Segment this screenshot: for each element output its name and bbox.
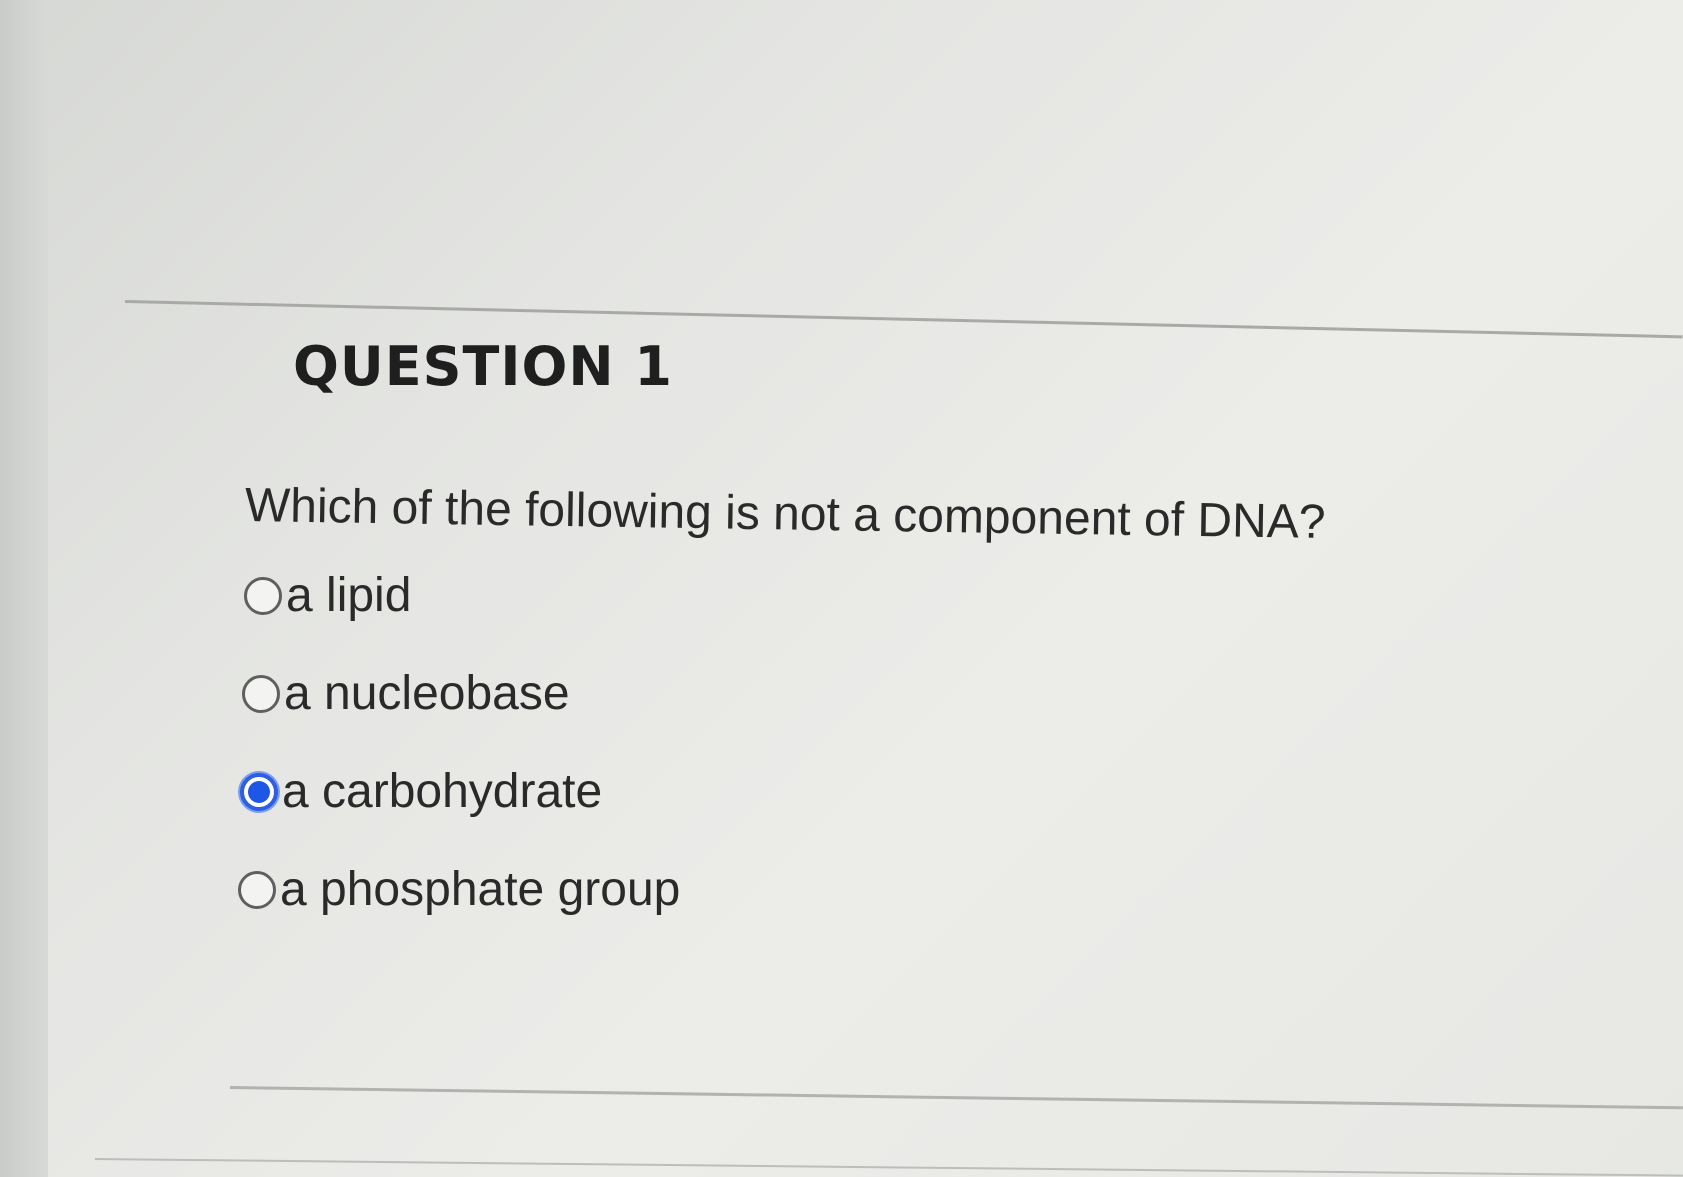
section-divider-top: [124, 300, 1683, 339]
answer-option-label: a phosphate group: [280, 863, 681, 916]
radio-button-checked[interactable]: [240, 773, 278, 811]
page-left-margin: [0, 0, 48, 1177]
radio-button-unchecked[interactable]: [244, 577, 282, 615]
section-divider-bottom: [229, 1086, 1683, 1110]
radio-button-unchecked[interactable]: [242, 675, 280, 713]
answer-option-carbohydrate[interactable]: a carbohydrate: [240, 768, 602, 816]
section-divider-next: [94, 1158, 1683, 1177]
answer-option-lipid[interactable]: a lipid: [244, 572, 411, 620]
radio-button-unchecked[interactable]: [238, 871, 276, 909]
quiz-page: QUESTION 1 Which of the following is not…: [0, 0, 1683, 1177]
answer-option-label: a carbohydrate: [282, 765, 603, 818]
question-prompt: Which of the following is not a componen…: [244, 479, 1326, 549]
answer-option-label: a nucleobase: [284, 667, 570, 720]
question-title: QUESTION 1: [293, 335, 673, 398]
answer-option-phosphate-group[interactable]: a phosphate group: [238, 866, 680, 914]
answer-option-nucleobase[interactable]: a nucleobase: [242, 670, 570, 718]
answer-option-label: a lipid: [286, 569, 412, 622]
